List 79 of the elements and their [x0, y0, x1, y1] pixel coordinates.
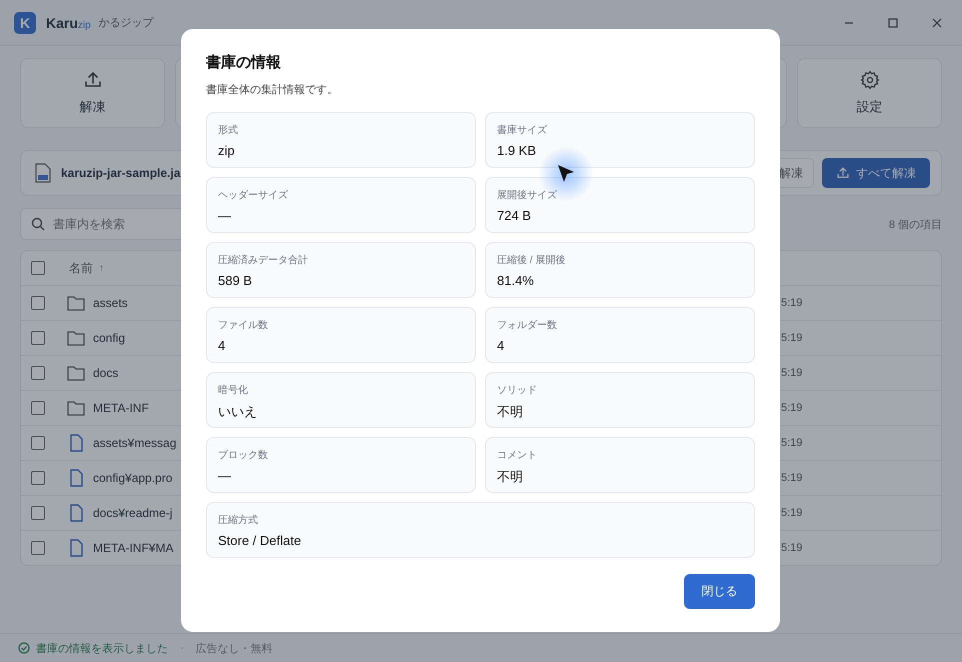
file-name: config¥app.pro	[93, 471, 172, 485]
folder-icon	[67, 330, 85, 346]
file-name: config	[93, 331, 126, 345]
info-label: 暗号化	[218, 384, 248, 397]
file-name: META-INF¥MA	[93, 541, 174, 555]
extract-all-button[interactable]: すべて解凍	[822, 158, 930, 188]
info-label: ブロック数	[218, 448, 268, 462]
checkbox[interactable]	[31, 401, 45, 415]
upload-icon	[82, 70, 102, 90]
info-value: いいえ	[218, 403, 257, 421]
modified-time: 5:19	[781, 507, 804, 519]
maximize-icon[interactable]	[888, 18, 898, 28]
app-logo: K	[14, 12, 36, 34]
folder-icon	[67, 365, 85, 381]
folder-icon	[67, 295, 85, 311]
checkbox[interactable]	[31, 506, 45, 520]
info-label: ヘッダーサイズ	[218, 189, 288, 202]
info-value: —	[218, 468, 231, 483]
info-label: 圧縮方式	[218, 514, 258, 527]
info-label: コメント	[497, 449, 537, 462]
checkbox[interactable]	[31, 331, 45, 345]
toolbar-button[interactable]: 設定	[797, 58, 942, 128]
settings-icon	[860, 70, 880, 90]
info-label: 圧縮後 / 展開後	[497, 254, 566, 267]
file-name: docs¥readme-j	[93, 506, 172, 520]
checkbox[interactable]	[31, 261, 45, 275]
item-count: 8 個の項目	[888, 218, 942, 232]
file-icon	[35, 163, 51, 183]
file-name: docs	[93, 366, 118, 380]
info-value: 81.4%	[497, 273, 534, 288]
modified-time: 5:19	[781, 332, 804, 344]
dialog-title: 書庫の情報	[206, 53, 282, 72]
checkbox[interactable]	[31, 436, 45, 450]
info-value: 不明	[497, 468, 523, 486]
file-name: META-INF	[93, 401, 149, 415]
info-value: 4	[497, 338, 504, 353]
status-note: 広告なし・無料	[196, 642, 273, 656]
info-value: 724 B	[497, 208, 531, 223]
folder-icon	[67, 400, 85, 416]
info-value: 4	[218, 338, 226, 353]
search-icon	[31, 217, 45, 231]
info-label: ソリッド	[497, 384, 537, 397]
archive-file-name: karuzip-jar-sample.ja	[61, 166, 180, 180]
modified-time: 5:19	[781, 472, 804, 484]
info-label: ファイル数	[218, 319, 268, 332]
info-label: 圧縮済みデータ合計	[218, 254, 308, 267]
modified-time: 5:19	[781, 542, 804, 554]
upload-icon	[836, 166, 850, 180]
info-value: 589 B	[218, 273, 252, 288]
separator: ·	[180, 642, 184, 654]
info-value: Store / Deflate	[218, 533, 302, 548]
checkbox[interactable]	[31, 296, 45, 310]
info-value: —	[218, 208, 231, 223]
info-label: 展開後サイズ	[497, 189, 557, 202]
checkbox[interactable]	[31, 366, 45, 380]
file-name: assets	[93, 296, 128, 310]
modified-time: 5:19	[781, 402, 804, 414]
info-value: 1.9 KB	[497, 143, 536, 158]
info-label: 書庫サイズ	[497, 124, 547, 137]
app-name: Karuzip	[46, 14, 91, 30]
check-circle-icon	[18, 642, 30, 654]
sort-indicator: ↑	[99, 262, 104, 274]
checkbox[interactable]	[31, 471, 45, 485]
column-header[interactable]: 名前	[69, 260, 93, 276]
close-button[interactable]: 閉じる	[684, 574, 755, 609]
modified-time: 5:19	[781, 437, 804, 449]
file-name: assets¥messag	[93, 436, 176, 450]
info-value: zip	[218, 143, 235, 158]
info-label: フォルダー数	[497, 319, 557, 332]
app-subtitle: かるジップ	[98, 16, 154, 30]
checkbox[interactable]	[31, 541, 45, 555]
modified-time: 5:19	[781, 297, 804, 309]
dialog-subtitle: 書庫全体の集計情報です。	[206, 82, 339, 97]
status-message: 書庫の情報を表示しました	[36, 642, 168, 656]
modified-time: 5:19	[781, 367, 804, 379]
close-icon[interactable]	[932, 18, 942, 28]
toolbar-button[interactable]: 解凍	[20, 58, 165, 128]
info-label: 形式	[218, 124, 238, 137]
info-value: 不明	[497, 403, 523, 421]
